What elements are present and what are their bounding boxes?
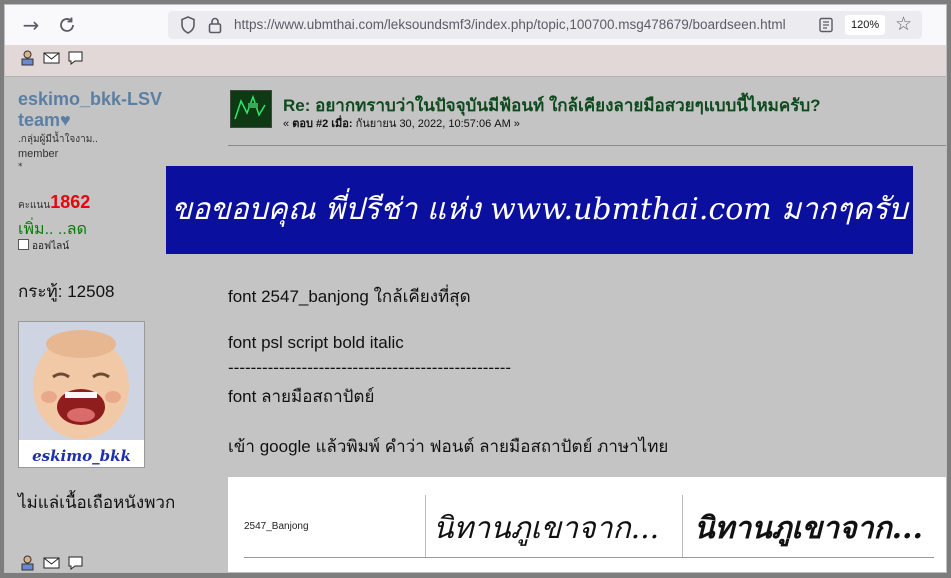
post-divider: [228, 145, 946, 146]
topic-icon: [230, 90, 272, 128]
zoom-level[interactable]: 120%: [845, 15, 886, 35]
pm-icon[interactable]: [67, 555, 84, 571]
post-line-google-tip: เข้า google แล้วพิมพ์ คำว่า ฟอนต์ ลายมือ…: [228, 437, 669, 456]
lock-icon[interactable]: [208, 16, 222, 34]
avatar: eskimo_bkk: [18, 321, 145, 468]
sample-divider: [682, 495, 683, 557]
user-stars: *: [18, 162, 23, 172]
post-line-font-psl: font psl script bold italic: [228, 333, 404, 352]
online-status-label: ออฟไลน์: [32, 241, 70, 252]
post-top-strip: [5, 45, 946, 77]
post-line-font-banjong: font 2547_banjong ใกล้เคียงที่สุด: [228, 287, 471, 306]
sample-baseline: [244, 557, 934, 558]
user-signature: ไม่แล่เนื้อเถือหนังพวก: [18, 493, 176, 512]
user-group: .กลุ่มผู้มีน้ำใจงาม..: [18, 134, 98, 145]
karma-value: 1862: [50, 192, 91, 212]
profile-icon[interactable]: [19, 555, 36, 571]
thank-you-banner: ขอขอบคุณ พี่ปรีช่า แห่ง www.ubmthai.com …: [166, 166, 913, 254]
sample-text-regular: นิทานภูเขาจาก...: [433, 511, 660, 546]
online-status: ออฟไลน์: [18, 239, 69, 254]
forward-icon[interactable]: →: [17, 11, 45, 39]
avatar-image: [19, 322, 144, 467]
pm-icon[interactable]: [67, 50, 84, 66]
username-link[interactable]: eskimo_bkk-LSV team♥: [18, 89, 208, 131]
karma: คะแนน1862: [18, 192, 90, 213]
url-bar[interactable]: https://www.ubmthai.com/leksoundsmf3/ind…: [168, 11, 922, 39]
email-icon[interactable]: [43, 50, 60, 66]
offline-icon: [18, 239, 29, 250]
shield-icon[interactable]: [180, 16, 196, 34]
sample-font-name: 2547_Banjong: [244, 521, 309, 532]
user-rank: member: [18, 148, 59, 160]
reader-view-icon[interactable]: [818, 17, 834, 33]
banner-text: ขอขอบคุณ พี่ปรีช่า แห่ง www.ubmthai.com …: [171, 192, 908, 227]
avatar-caption: eskimo_bkk: [32, 447, 131, 465]
post-date: กันยายน 30, 2022, 10:57:06 AM »: [352, 118, 520, 130]
post-count: กระทู้: 12508: [18, 282, 115, 301]
sample-text-bold: นิทานภูเขาจาก...: [694, 511, 923, 546]
post-line-separator: ----------------------------------------…: [228, 358, 512, 377]
browser-window: → https://www.ubmthai.com/leksoundsmf3/i…: [4, 4, 947, 573]
browser-toolbar: → https://www.ubmthai.com/leksoundsmf3/i…: [5, 5, 946, 46]
user-info-panel: eskimo_bkk-LSV team♥ .กลุ่มผู้มีน้ำใจงาม…: [5, 77, 215, 572]
font-sample-image: 2547_Banjong นิทานภูเขาจาก... นิทานภูเขา…: [228, 477, 946, 572]
karma-label: คะแนน: [18, 200, 51, 211]
post-content: Re: อยากทราบว่าในปัจจุบันมีฟ้อนท์ ใกล้เค…: [166, 77, 946, 572]
url-text[interactable]: https://www.ubmthai.com/leksoundsmf3/ind…: [234, 17, 814, 35]
reload-icon[interactable]: [53, 11, 81, 39]
post-meta: « ตอบ #2 เมื่อ: กันยายน 30, 2022, 10:57:…: [283, 118, 520, 130]
post-line-font-architect: font ลายมือสถาปัตย์: [228, 387, 375, 406]
profile-icon[interactable]: [19, 50, 36, 66]
reply-number[interactable]: ตอบ #2: [292, 118, 328, 130]
sample-divider: [425, 495, 426, 557]
bookmark-star-icon[interactable]: ☆: [895, 13, 912, 35]
email-icon[interactable]: [43, 555, 60, 571]
